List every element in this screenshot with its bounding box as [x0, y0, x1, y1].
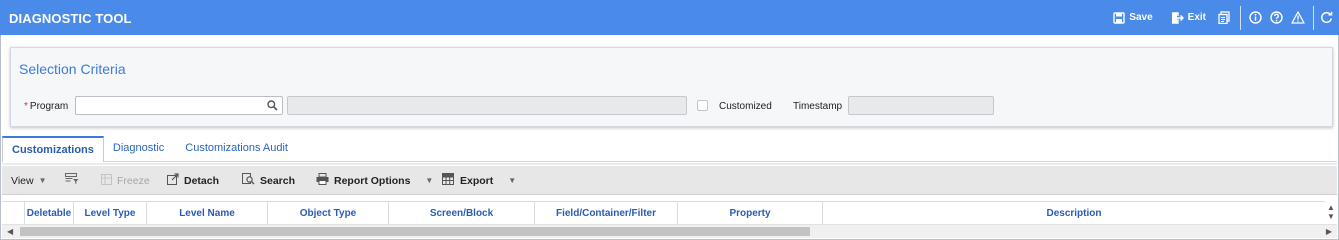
exit-label: Exit — [1187, 12, 1206, 23]
separator — [1240, 5, 1241, 30]
search-label: Search — [260, 174, 296, 187]
tab-bar: Customizations Diagnostic Customizations… — [2, 136, 297, 162]
info-icon — [1249, 11, 1262, 24]
chevron-down-icon: ▼ — [38, 176, 47, 185]
detach-label: Detach — [184, 174, 220, 187]
timestamp-input — [849, 97, 993, 114]
title-bar: DIAGNOSTIC TOOL Save Exit — [0, 0, 1339, 35]
freeze-label: Freeze — [117, 174, 150, 187]
info-button[interactable] — [1245, 0, 1266, 35]
scroll-down-icon[interactable]: ▼ — [1327, 212, 1335, 221]
tab-divider — [2, 161, 1337, 162]
scroll-thumb[interactable] — [20, 227, 810, 236]
filter-button[interactable] — [65, 166, 79, 195]
grid-toolbar: View ▼ Freeze Detach Search Report Optio… — [2, 166, 1337, 195]
required-marker: * — [24, 101, 28, 112]
tab-divider-shadow — [2, 163, 1337, 165]
column-header[interactable]: Description — [822, 202, 1325, 225]
export-label: Export — [460, 174, 494, 187]
grid-header: Deletable Level Type Level Name Object T… — [2, 201, 1325, 225]
export-icon — [442, 173, 455, 188]
report-options-label: Report Options — [334, 174, 411, 187]
warning-button[interactable] — [1287, 0, 1309, 35]
save-icon — [1113, 11, 1125, 24]
separator — [1313, 5, 1314, 30]
scroll-right-icon[interactable]: ▶ — [1326, 227, 1332, 236]
view-menu[interactable]: View ▼ — [11, 166, 47, 195]
report-options-button[interactable]: Report Options ▼ — [316, 166, 433, 195]
program-description-field — [287, 96, 687, 115]
chevron-down-icon[interactable]: ▼ — [508, 176, 516, 185]
customized-checkbox[interactable] — [697, 100, 708, 111]
section-title: Selection Criteria — [19, 61, 126, 77]
help-icon — [1270, 11, 1283, 24]
customized-label: Customized — [719, 101, 772, 112]
program-label: * Program — [24, 101, 68, 112]
refresh-icon — [1320, 11, 1333, 24]
timestamp-field — [848, 96, 994, 115]
column-header[interactable]: Screen/Block — [388, 202, 534, 225]
column-header[interactable]: Level Name — [146, 202, 267, 225]
title-bar-actions: Save Exit — [1107, 0, 1339, 35]
app-title: DIAGNOSTIC TOOL — [9, 11, 132, 26]
exit-button[interactable]: Exit — [1165, 0, 1212, 35]
program-field[interactable] — [75, 96, 283, 115]
selection-criteria-panel: Selection Criteria * Program Customized T… — [10, 47, 1333, 127]
view-label: View — [11, 174, 34, 187]
tab-customizations-audit[interactable]: Customizations Audit — [176, 136, 297, 162]
report-button[interactable] — [1212, 0, 1236, 35]
detach-button[interactable]: Detach — [167, 166, 219, 195]
column-header[interactable]: Field/Container/Filter — [534, 202, 677, 225]
program-input[interactable] — [76, 97, 282, 114]
freeze-button[interactable]: Freeze — [101, 166, 150, 195]
save-button[interactable]: Save — [1107, 0, 1158, 35]
column-header[interactable]: Level Type — [73, 202, 146, 225]
criteria-row: * Program Customized Timestamp — [11, 96, 1332, 118]
printer-icon — [316, 173, 329, 188]
report-icon — [1218, 11, 1230, 24]
export-button[interactable]: Export ▼ — [442, 166, 516, 195]
freeze-icon — [101, 173, 112, 188]
program-label-text: Program — [29, 101, 69, 112]
row-selector-header — [2, 202, 24, 225]
refresh-button[interactable] — [1318, 0, 1339, 35]
column-header[interactable]: Property — [677, 202, 822, 225]
scroll-up-icon[interactable]: ▲ — [1327, 203, 1335, 212]
chevron-down-icon[interactable]: ▼ — [425, 176, 433, 185]
vertical-scrollbar[interactable]: ▲ ▼ — [1325, 201, 1337, 224]
search-button[interactable]: Search — [242, 166, 295, 195]
search-icon[interactable] — [267, 100, 278, 114]
tab-customizations[interactable]: Customizations — [2, 136, 104, 162]
horizontal-scrollbar[interactable]: ◀ ▶ — [2, 224, 1337, 238]
tab-diagnostic[interactable]: Diagnostic — [104, 136, 173, 162]
search-icon — [242, 173, 255, 188]
column-header[interactable]: Deletable — [24, 202, 73, 225]
program-description-input — [288, 97, 686, 114]
warning-icon — [1291, 11, 1305, 24]
exit-icon — [1171, 11, 1184, 24]
column-header[interactable]: Object Type — [267, 202, 388, 225]
help-button[interactable] — [1266, 0, 1287, 35]
timestamp-label: Timestamp — [793, 101, 843, 112]
filter-icon — [65, 173, 79, 188]
scroll-left-icon[interactable]: ◀ — [7, 227, 13, 236]
detach-icon — [167, 173, 179, 188]
save-label: Save — [1129, 12, 1153, 23]
